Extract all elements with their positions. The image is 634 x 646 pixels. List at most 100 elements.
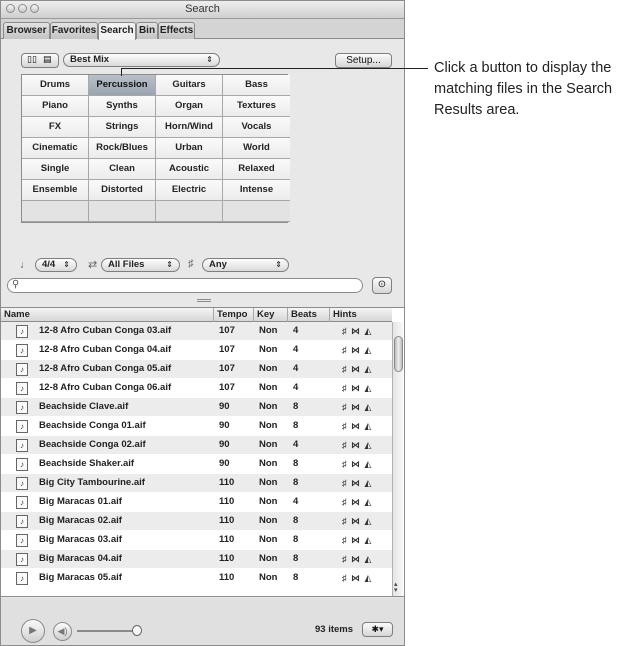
result-row[interactable]: ♪ Big Maracas 03.aif 110 Non 8 ♯ ⋈ ◭: [1, 531, 392, 549]
keyword-button-drums[interactable]: Drums: [22, 75, 89, 96]
result-name: Beachside Conga 02.aif: [39, 439, 146, 450]
callout-pointer: [121, 68, 122, 76]
keyword-button-grid: Drums Percussion Guitars Bass Piano Synths Org…: [21, 74, 290, 223]
result-row[interactable]: ♪ Big Maracas 01.aif 110 Non 4 ♯ ⋈ ◭: [1, 493, 392, 511]
view-toggle[interactable]: ▯▯ ▤: [21, 53, 59, 68]
keyword-button-electric[interactable]: Electric: [156, 180, 223, 201]
keyword-button-single[interactable]: Single: [22, 159, 89, 180]
keyword-button-empty: [22, 201, 89, 222]
result-tempo: 110: [219, 515, 235, 526]
scale-popup[interactable]: Any ⇕: [202, 258, 289, 272]
keyword-button-guitars[interactable]: Guitars: [156, 75, 223, 96]
audio-file-icon: ♪: [16, 382, 28, 395]
keyword-button-relaxed[interactable]: Relaxed: [223, 159, 290, 180]
hints-icons: ♯ ⋈ ◭: [342, 345, 373, 355]
file-type-icon: ⇄: [88, 259, 98, 271]
setup-button[interactable]: Setup...: [335, 53, 392, 68]
keyword-button-textures[interactable]: Textures: [223, 96, 290, 117]
button-view-icon[interactable]: ▯▯: [27, 54, 37, 65]
reset-search-button[interactable]: ⊙: [372, 277, 392, 294]
keyword-button-organ[interactable]: Organ: [156, 96, 223, 117]
result-row[interactable]: ♪ 12-8 Afro Cuban Conga 05.aif 107 Non 4 ♯ ⋈ …: [1, 360, 392, 378]
item-count: 93 items: [315, 624, 354, 635]
result-row[interactable]: ♪ Big Maracas 04.aif 110 Non 8 ♯ ⋈ ◭: [1, 550, 392, 568]
tab-bin[interactable]: Bin: [136, 22, 158, 39]
keyword-button-piano[interactable]: Piano: [22, 96, 89, 117]
keyword-button-world[interactable]: World: [223, 138, 290, 159]
result-row[interactable]: ♪ Beachside Conga 02.aif 90 Non 4 ♯ ⋈ ◭: [1, 436, 392, 454]
play-button[interactable]: ▶: [21, 619, 45, 643]
result-name: Beachside Conga 01.aif: [39, 420, 146, 431]
search-results-list: Name Tempo Key Beats Hints ♪ 12-8 Afro Cu…: [1, 307, 404, 597]
result-tempo: 90: [219, 458, 230, 469]
split-divider-handle[interactable]: [197, 299, 211, 302]
keyword-button-bass[interactable]: Bass: [223, 75, 290, 96]
keyword-button-percussion[interactable]: Percussion: [89, 75, 156, 96]
result-row[interactable]: ♪ Big Maracas 02.aif 110 Non 8 ♯ ⋈ ◭: [1, 512, 392, 530]
result-tempo: 110: [219, 572, 235, 583]
result-row[interactable]: ♪ 12-8 Afro Cuban Conga 03.aif 107 Non 4 ♯ ⋈ …: [1, 322, 392, 340]
column-header-key[interactable]: Key: [253, 308, 287, 322]
keyword-button-intense[interactable]: Intense: [223, 180, 290, 201]
keyword-button-synths[interactable]: Synths: [89, 96, 156, 117]
result-row[interactable]: ♪ Beachside Clave.aif 90 Non 8 ♯ ⋈ ◭: [1, 398, 392, 416]
keyword-button-vocals[interactable]: Vocals: [223, 117, 290, 138]
result-tempo: 110: [219, 496, 235, 507]
keyword-button-fx[interactable]: FX: [22, 117, 89, 138]
result-key: Non: [259, 553, 278, 564]
result-name: Big Maracas 04.aif: [39, 553, 122, 564]
list-view-icon[interactable]: ▤: [43, 54, 52, 65]
keyword-button-urban[interactable]: Urban: [156, 138, 223, 159]
result-tempo: 107: [219, 363, 235, 374]
volume-icon: ◀): [53, 622, 72, 641]
tab-effects[interactable]: Effects: [158, 22, 195, 39]
keyword-button-empty: [156, 201, 223, 222]
result-key: Non: [259, 458, 278, 469]
keyword-button-horn-wind[interactable]: Horn/Wind: [156, 117, 223, 138]
tab-search[interactable]: Search: [98, 22, 136, 40]
tab-browser[interactable]: Browser: [3, 22, 50, 39]
scroll-arrows-icon[interactable]: ▴ ▾: [394, 581, 398, 594]
file-type-popup[interactable]: All Files ⇕: [101, 258, 180, 272]
preset-popup[interactable]: Best Mix ⇕: [63, 53, 220, 67]
action-menu-button[interactable]: ✱▾: [362, 622, 393, 637]
keyword-button-acoustic[interactable]: Acoustic: [156, 159, 223, 180]
column-header-tempo[interactable]: Tempo: [213, 308, 253, 322]
result-beats: 4: [293, 439, 299, 450]
audio-file-icon: ♪: [16, 496, 28, 509]
popup-arrows-icon: ⇕: [63, 260, 70, 269]
scrollbar-thumb[interactable]: [394, 336, 403, 372]
result-key: Non: [259, 325, 278, 336]
time-signature-popup[interactable]: 4/4 ⇕: [35, 258, 77, 272]
popup-arrows-icon: ⇕: [166, 260, 173, 269]
result-row[interactable]: ♪ 12-8 Afro Cuban Conga 06.aif 107 Non 4 ♯ ⋈ …: [1, 379, 392, 397]
audio-file-icon: ♪: [16, 458, 28, 471]
results-scrollbar[interactable]: ▴ ▾: [392, 322, 403, 596]
tab-favorites[interactable]: Favorites: [50, 22, 98, 39]
keyword-button-clean[interactable]: Clean: [89, 159, 156, 180]
result-row[interactable]: ♪ Beachside Shaker.aif 90 Non 8 ♯ ⋈ ◭: [1, 455, 392, 473]
audio-file-icon: ♪: [16, 401, 28, 414]
keyword-button-ensemble[interactable]: Ensemble: [22, 180, 89, 201]
result-row[interactable]: ♪ Beachside Conga 01.aif 90 Non 8 ♯ ⋈ ◭: [1, 417, 392, 435]
keyword-button-rock-blues[interactable]: Rock/Blues: [89, 138, 156, 159]
column-header-hints[interactable]: Hints: [329, 308, 392, 322]
hints-icons: ♯ ⋈ ◭: [342, 440, 373, 450]
keyword-button-strings[interactable]: Strings: [89, 117, 156, 138]
search-field[interactable]: ⚲: [7, 278, 363, 293]
search-input[interactable]: [24, 280, 354, 291]
column-header-name[interactable]: Name: [1, 308, 213, 322]
result-key: Non: [259, 515, 278, 526]
result-row[interactable]: ♪ Big Maracas 05.aif 110 Non 8 ♯ ⋈ ◭: [1, 569, 392, 587]
result-key: Non: [259, 496, 278, 507]
result-name: Beachside Clave.aif: [39, 401, 129, 412]
result-tempo: 110: [219, 553, 235, 564]
keyword-button-cinematic[interactable]: Cinematic: [22, 138, 89, 159]
hints-icons: ♯ ⋈ ◭: [342, 554, 373, 564]
volume-slider-knob[interactable]: [132, 625, 142, 636]
column-header-beats[interactable]: Beats: [287, 308, 329, 322]
result-row[interactable]: ♪ Big City Tambourine.aif 110 Non 8 ♯ ⋈ ◭: [1, 474, 392, 492]
audio-file-icon: ♪: [16, 477, 28, 490]
result-row[interactable]: ♪ 12-8 Afro Cuban Conga 04.aif 107 Non 4 ♯ ⋈ …: [1, 341, 392, 359]
keyword-button-distorted[interactable]: Distorted: [89, 180, 156, 201]
